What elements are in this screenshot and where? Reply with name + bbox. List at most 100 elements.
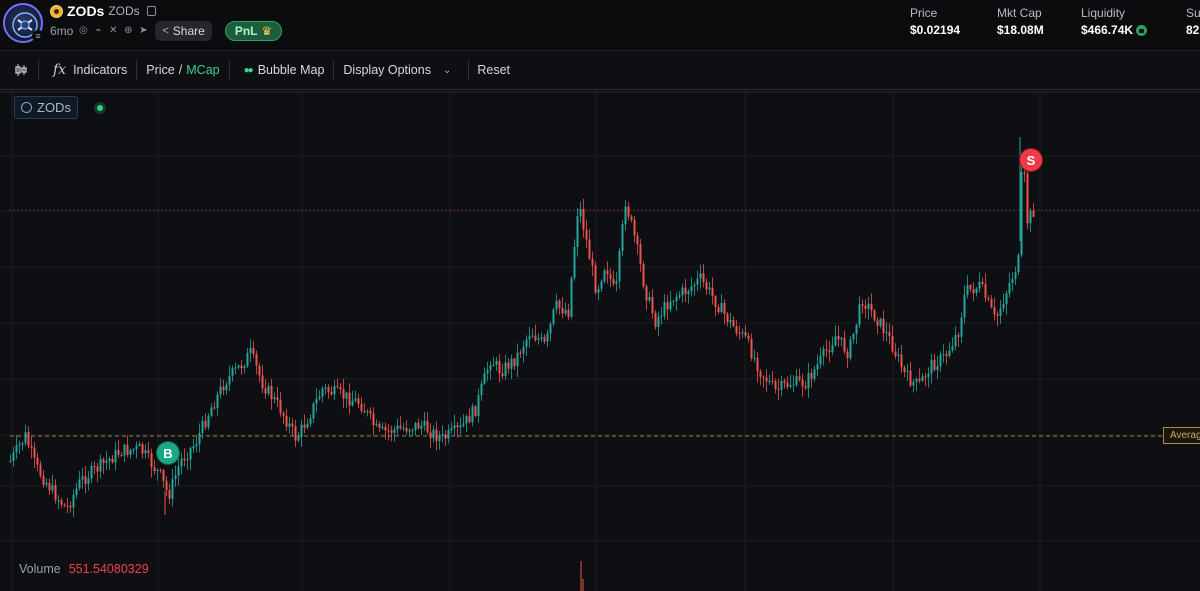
- indicators-button[interactable]: fx Indicators: [39, 50, 136, 90]
- candle-body: [591, 258, 594, 266]
- telegram-icon[interactable]: ➤: [138, 26, 148, 36]
- candle-body: [558, 300, 561, 308]
- candle-body: [984, 283, 987, 298]
- candle-body: [507, 362, 510, 369]
- candle-body: [528, 336, 531, 340]
- menu-icon[interactable]: ≡: [32, 30, 44, 42]
- candle-body: [237, 365, 240, 368]
- candle-body: [390, 430, 393, 433]
- token-stats: Price $0.02194 Mkt Cap $18.08M Liquidity…: [910, 6, 1200, 37]
- share-label: Share: [172, 24, 205, 38]
- candle-body: [219, 386, 222, 395]
- candle-body: [132, 449, 135, 451]
- candle-body: [48, 482, 51, 491]
- candle-type-button[interactable]: [0, 50, 38, 90]
- candle-body: [90, 466, 93, 479]
- chart-toolbar: fx Indicators Price / MCap ●● Bubble Map…: [0, 50, 1200, 129]
- candle-body: [249, 347, 252, 354]
- candle-body: [594, 265, 597, 293]
- candle-body: [240, 365, 243, 369]
- meta-row: 6mo ◎ ⌁ ✕ ⊕ ➤ < Share PnL ♛: [50, 21, 283, 41]
- candle-body: [72, 494, 75, 508]
- candle-body: [414, 422, 417, 431]
- x-icon[interactable]: ✕: [108, 26, 118, 36]
- candle-body: [780, 380, 783, 390]
- globe-icon[interactable]: ⊕: [123, 26, 133, 36]
- candle-body: [669, 301, 672, 310]
- candle-body: [921, 376, 924, 381]
- candle-body: [444, 434, 447, 439]
- candle-body: [657, 316, 660, 327]
- candle-body: [180, 458, 183, 467]
- candle-body: [915, 378, 918, 382]
- candle-body: [549, 323, 552, 334]
- link-icon[interactable]: ⌁: [93, 26, 103, 36]
- copy-icon[interactable]: [146, 6, 156, 16]
- legend-symbol[interactable]: ZODs: [14, 96, 78, 119]
- share-button[interactable]: < Share: [155, 21, 212, 41]
- candle-body: [969, 285, 972, 290]
- candle-body: [114, 449, 117, 463]
- candle-body: [504, 362, 507, 376]
- candle-body: [78, 479, 81, 489]
- candle-body: [585, 229, 588, 240]
- candle-body: [75, 488, 78, 495]
- candle-body: [939, 354, 942, 367]
- candle-body: [495, 361, 498, 365]
- candle-body: [738, 333, 741, 335]
- candle-body: [456, 425, 459, 428]
- display-options-button[interactable]: Display Options ⌄: [334, 50, 460, 90]
- candle-body: [960, 317, 963, 337]
- token-header: ≡ ZODs ZODs 6mo ◎ ⌁ ✕ ⊕ ➤ < Share PnL ♛ …: [0, 0, 1200, 50]
- candle-chart-icon: [15, 64, 27, 76]
- candle-body: [1029, 210, 1032, 224]
- candle-body: [477, 395, 480, 416]
- candle-body: [9, 460, 12, 462]
- candle-body: [693, 284, 696, 287]
- price-mcap-toggle[interactable]: Price / MCap: [137, 50, 228, 90]
- candle-body: [663, 302, 666, 316]
- candle-body: [144, 450, 147, 454]
- candle-body: [621, 224, 624, 252]
- candle-body: [819, 355, 822, 365]
- candle-body: [387, 430, 390, 432]
- candle-body: [723, 303, 726, 314]
- candle-body: [192, 446, 195, 449]
- search-icon[interactable]: ◎: [78, 26, 88, 36]
- candle-body: [786, 382, 789, 387]
- reset-button[interactable]: Reset: [469, 50, 519, 90]
- candle-body: [945, 354, 948, 356]
- reset-label: Reset: [477, 63, 510, 77]
- candle-body: [927, 373, 930, 377]
- candle-body: [375, 423, 378, 426]
- candle-body: [822, 349, 825, 356]
- pnl-button[interactable]: PnL ♛: [224, 21, 283, 41]
- candle-body: [546, 333, 549, 342]
- candle-body: [345, 392, 348, 399]
- candle-body: [273, 397, 276, 400]
- candle-body: [510, 358, 513, 369]
- volume-bars: [580, 561, 584, 591]
- bubble-map-button[interactable]: ●● Bubble Map: [230, 50, 334, 90]
- candle-body: [1032, 210, 1035, 217]
- candle-body: [1020, 172, 1023, 256]
- sell-marker[interactable]: S: [1019, 148, 1043, 172]
- token-avatar[interactable]: ≡: [3, 3, 44, 43]
- stat-label: Mkt Cap: [997, 6, 1042, 20]
- candle-body: [630, 216, 633, 220]
- candle-body: [216, 394, 219, 408]
- candle-body: [465, 415, 468, 424]
- candle-body: [42, 475, 45, 485]
- candle-body: [150, 452, 153, 468]
- pnl-label: PnL: [234, 24, 258, 38]
- candle-body: [576, 216, 579, 247]
- candle-body: [870, 303, 873, 311]
- candle-body: [972, 289, 975, 293]
- candle-body: [687, 291, 690, 294]
- buy-marker[interactable]: B: [156, 441, 180, 465]
- candle-body: [186, 459, 189, 461]
- candle-body: [312, 403, 315, 419]
- price-chart[interactable]: ZODs B S Average Volume 551.54080329: [0, 91, 1200, 591]
- candle-body: [843, 337, 846, 352]
- candle-body: [525, 339, 528, 347]
